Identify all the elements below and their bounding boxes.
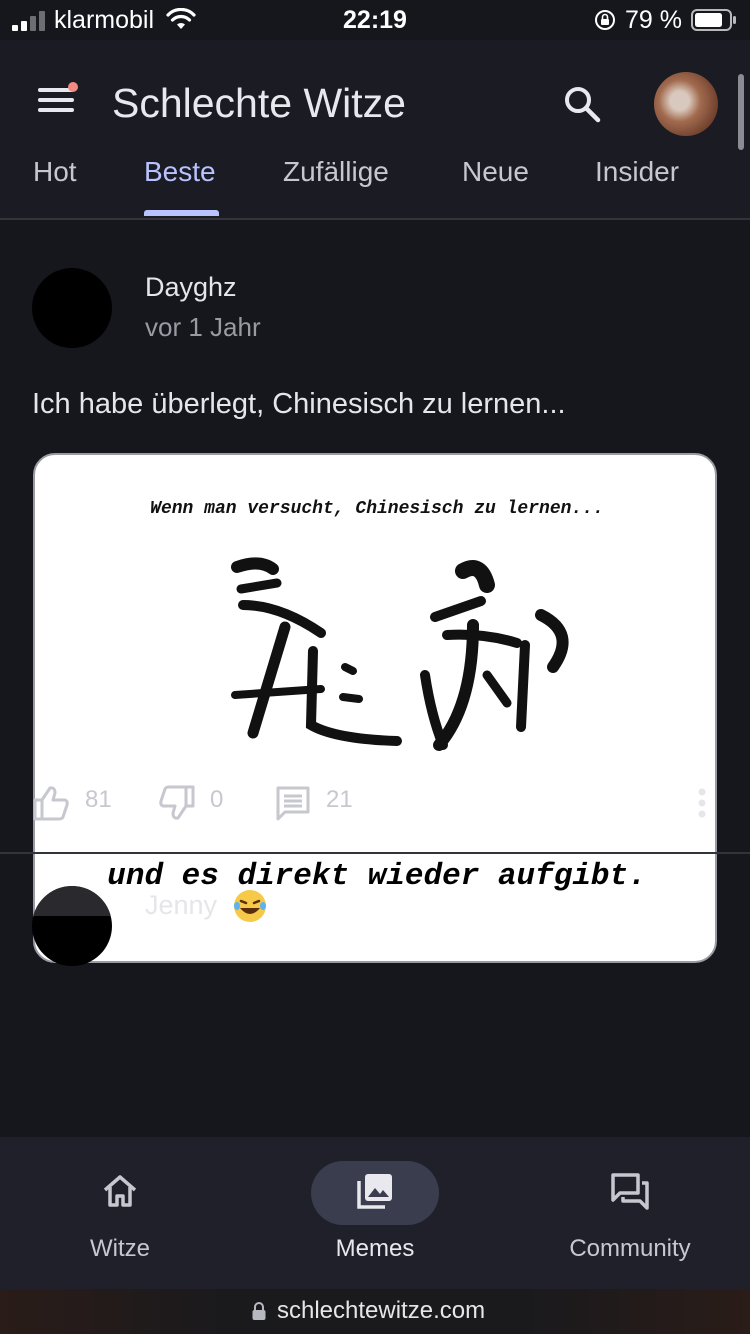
author-avatar[interactable] [32, 268, 112, 348]
active-tab-indicator [144, 210, 219, 216]
tab-bar: Hot Beste Zufällige Neue Insider [0, 160, 750, 220]
laughing-emoji-icon [234, 890, 266, 922]
comment-icon[interactable] [274, 784, 312, 822]
next-author-avatar[interactable] [32, 886, 112, 966]
images-icon [357, 1174, 392, 1209]
url-text: schlechtewitze.com [277, 1297, 486, 1324]
dislike-count: 0 [210, 786, 224, 813]
app-title: Schlechte Witze [112, 80, 406, 126]
tab-neue[interactable]: Neue [462, 160, 529, 188]
bottom-navigation: Witze Memes Community [0, 1137, 750, 1289]
notification-dot [68, 82, 78, 92]
app-bar: Schlechte Witze [0, 40, 750, 160]
scroll-indicator [738, 74, 744, 150]
thumbs-up-icon[interactable] [32, 784, 70, 822]
post-author[interactable]: Dayghz [145, 272, 237, 303]
nav-label-community: Community [569, 1235, 691, 1262]
tab-zufaellige[interactable]: Zufällige [283, 160, 389, 188]
tab-insider[interactable]: Insider [595, 160, 679, 188]
home-icon [103, 1175, 137, 1207]
meme-image[interactable]: Wenn man versucht, Chinesisch zu lernen.… [33, 453, 717, 963]
meme-calligraphy-figures [231, 557, 569, 751]
comment-count: 21 [326, 786, 353, 813]
lock-icon [252, 1302, 266, 1320]
tab-beste[interactable]: Beste [144, 160, 216, 188]
battery-percent: 79 % [625, 6, 682, 34]
nav-item-community[interactable]: Community [505, 1137, 750, 1289]
post-divider [0, 852, 750, 854]
status-bar: klarmobil 22:19 79 % [0, 0, 750, 40]
post-timestamp: vor 1 Jahr [145, 312, 261, 342]
search-icon[interactable] [562, 84, 602, 124]
nav-label-witze: Witze [90, 1235, 150, 1262]
meme-bottom-caption: und es direkt wieder aufgibt. [107, 859, 647, 894]
more-vert-icon[interactable] [688, 784, 716, 822]
like-count: 81 [85, 786, 112, 813]
nav-item-memes[interactable]: Memes [250, 1137, 500, 1289]
forum-icon [611, 1173, 649, 1210]
orientation-lock-icon [595, 10, 615, 30]
post-text: Ich habe überlegt, Chinesisch zu lernen.… [32, 388, 566, 420]
user-avatar[interactable] [654, 72, 718, 136]
browser-url-bar[interactable]: schlechtewitze.com [0, 1289, 750, 1334]
nav-label-memes: Memes [335, 1235, 415, 1262]
battery-icon [691, 9, 736, 31]
next-post-author[interactable]: Jenny [145, 890, 217, 921]
thumbs-down-icon[interactable] [158, 784, 196, 822]
tab-hot[interactable]: Hot [33, 160, 77, 188]
meme-top-caption: Wenn man versucht, Chinesisch zu lernen.… [150, 499, 604, 519]
post-actions: 81 0 21 [0, 778, 750, 828]
nav-item-witze[interactable]: Witze [0, 1137, 245, 1289]
